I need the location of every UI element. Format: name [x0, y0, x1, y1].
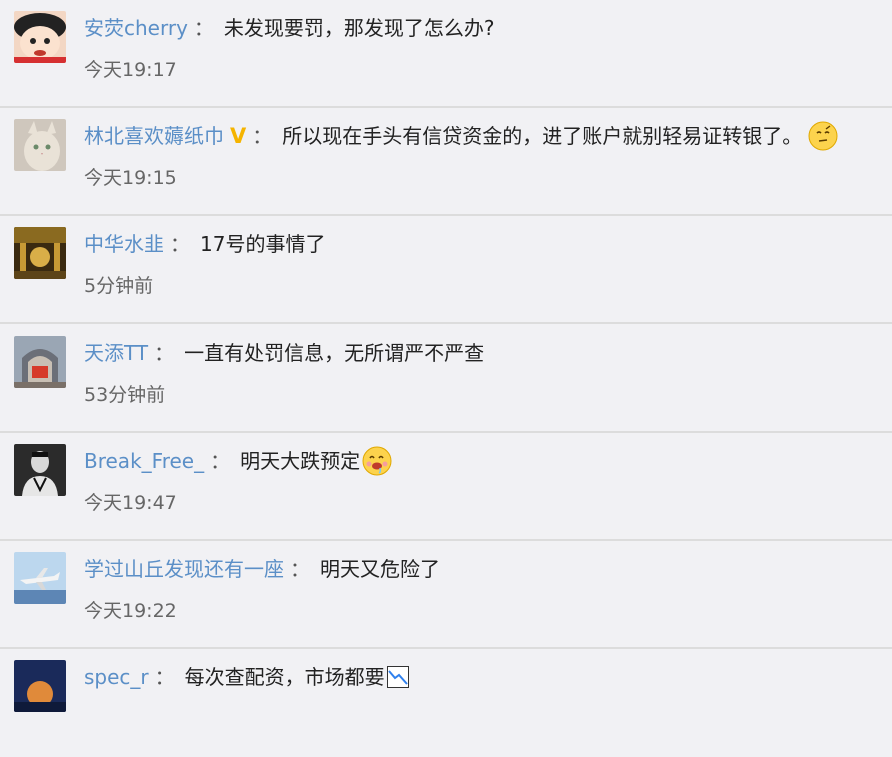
comment-line: 中华水韭： 17号的事情了	[84, 230, 325, 258]
comment-time: 今天19:15	[84, 167, 177, 189]
username-link[interactable]: spec_r	[84, 665, 149, 689]
comment-text: 所以现在手头有信贷资金的，进了账户就别轻易证转银了。	[282, 124, 803, 148]
red-gate-avatar[interactable]	[14, 336, 66, 388]
comment-text: 明天又危险了	[320, 557, 440, 581]
comment-item: 天添TT： 一直有处罚信息，无所谓严不严查 53分钟前	[0, 325, 892, 433]
colon-separator: ：	[210, 449, 231, 473]
drooling-face-icon	[362, 446, 392, 476]
comment-time: 5分钟前	[84, 275, 154, 297]
comment-item: 安荧cherry： 未发现要罚，那发现了怎么办? 今天19:17	[0, 0, 892, 108]
username-link[interactable]: 安荧cherry	[84, 16, 188, 40]
chart-decreasing-icon	[386, 665, 409, 688]
colon-separator: ：	[252, 124, 273, 148]
golden-hall-avatar[interactable]	[14, 227, 66, 279]
colon-separator: ：	[154, 341, 175, 365]
comment-text: 未发现要罚，那发现了怎么办?	[223, 16, 495, 40]
colon-separator: ：	[290, 557, 310, 581]
comment-time: 今天19:22	[84, 600, 177, 622]
comment-text: 每次查配资，市场都要	[184, 665, 385, 689]
username-link[interactable]: 学过山丘发现还有一座	[84, 557, 284, 581]
comment-time: 今天19:17	[84, 59, 177, 81]
comment-line: spec_r： 每次查配资，市场都要	[84, 663, 409, 691]
comment-item: spec_r： 每次查配资，市场都要	[0, 649, 892, 757]
comment-line: 林北喜欢薅纸巾 V： 所以现在手头有信贷资金的，进了账户就别轻易证转银了。	[84, 121, 838, 153]
comment-text: 一直有处罚信息，无所谓严不严查	[184, 341, 485, 365]
colon-separator: ：	[193, 16, 214, 40]
comment-item: Break_Free_： 明天大跌预定 今天19:47	[0, 433, 892, 541]
colon-separator: ：	[170, 232, 190, 256]
comment-item: 中华水韭： 17号的事情了 5分钟前	[0, 216, 892, 324]
cartoon-boy-avatar[interactable]	[14, 11, 66, 63]
comment-item: 林北喜欢薅纸巾 V： 所以现在手头有信贷资金的，进了账户就别轻易证转银了。 今天19…	[0, 108, 892, 216]
comment-time: 今天19:47	[84, 492, 177, 514]
person-portrait-avatar[interactable]	[14, 444, 66, 496]
comment-line: 安荧cherry： 未发现要罚，那发现了怎么办?	[84, 14, 495, 42]
username-link[interactable]: 林北喜欢薅纸巾	[84, 124, 224, 148]
username-link[interactable]: 天添TT	[84, 341, 148, 365]
comment-text: 明天大跌预定	[240, 449, 361, 473]
username-link[interactable]: 中华水韭	[84, 232, 164, 256]
colon-separator: ：	[154, 665, 175, 689]
moon-night-avatar[interactable]	[14, 660, 66, 712]
comment-line: Break_Free_： 明天大跌预定	[84, 446, 392, 478]
vip-badge-icon: V	[230, 124, 247, 148]
airplane-avatar[interactable]	[14, 552, 66, 604]
comment-time: 53分钟前	[84, 384, 166, 406]
thinking-face-icon	[808, 121, 838, 151]
comment-text: 17号的事情了	[200, 232, 326, 256]
comment-item: 学过山丘发现还有一座： 明天又危险了 今天19:22	[0, 541, 892, 649]
username-link[interactable]: Break_Free_	[84, 449, 204, 473]
comment-list: 安荧cherry：未发现要罚，那发现了怎么办? 今天19:17 林北喜欢薅纸巾 V…	[0, 0, 892, 712]
cat-avatar[interactable]	[14, 119, 66, 171]
comment-line: 天添TT： 一直有处罚信息，无所谓严不严查	[84, 339, 484, 367]
comment-line: 学过山丘发现还有一座： 明天又危险了	[84, 555, 440, 583]
